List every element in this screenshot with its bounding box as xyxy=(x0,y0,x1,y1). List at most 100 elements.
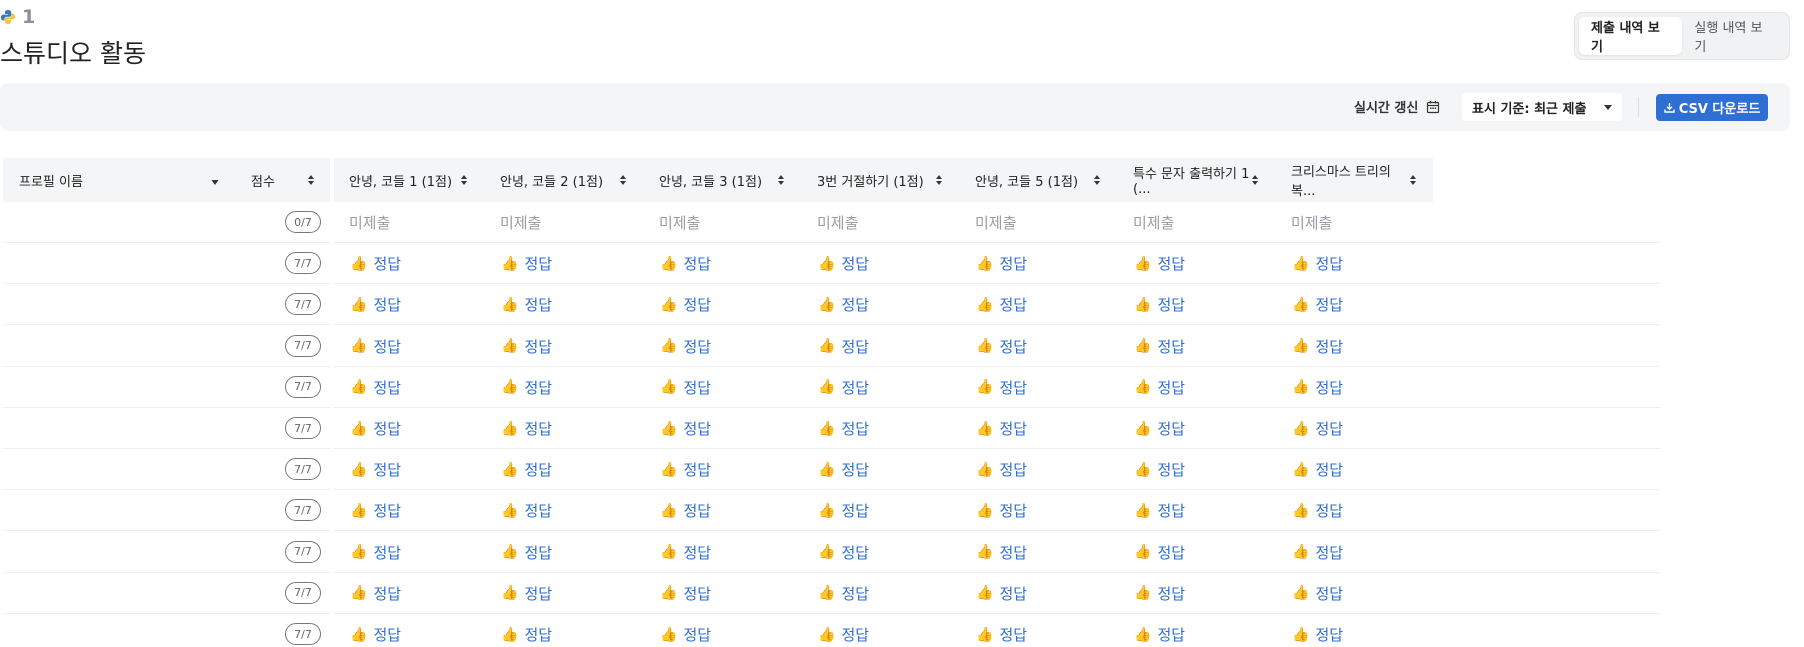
tab-submission-history[interactable]: 제출 내역 보기 xyxy=(1579,17,1683,55)
result-correct-link[interactable]: 👍 정답 xyxy=(1117,326,1275,367)
result-correct-link[interactable]: 👍 정답 xyxy=(484,532,643,573)
sort-icon[interactable] xyxy=(307,174,315,186)
result-correct-link[interactable]: 👍 정답 xyxy=(333,614,484,647)
result-correct-link[interactable]: 👍 정답 xyxy=(484,408,643,449)
result-label: 정답 xyxy=(1315,543,1344,562)
result-correct-link[interactable]: 👍 정답 xyxy=(959,490,1117,531)
column-header[interactable]: 3번 거절하기 (1점) xyxy=(801,158,959,202)
result-correct-link[interactable]: 👍 정답 xyxy=(333,532,484,573)
tab-execution-history[interactable]: 실행 내역 보기 xyxy=(1682,17,1785,55)
result-correct-link[interactable]: 👍 정답 xyxy=(1117,614,1275,647)
result-correct-link[interactable]: 👍 정답 xyxy=(1117,284,1275,325)
sort-icon[interactable] xyxy=(777,174,785,186)
result-correct-link[interactable]: 👍 정답 xyxy=(801,573,959,614)
result-correct-link[interactable]: 👍 정답 xyxy=(643,367,801,408)
result-correct-link[interactable]: 👍 정답 xyxy=(1275,408,1433,449)
sort-icon[interactable] xyxy=(619,174,627,186)
column-header[interactable]: 안녕, 코들 3 (1점) xyxy=(643,158,801,202)
result-correct-link[interactable]: 👍 정답 xyxy=(801,243,959,284)
result-correct-link[interactable]: 👍 정답 xyxy=(484,614,643,647)
result-correct-link[interactable]: 👍 정답 xyxy=(801,326,959,367)
result-correct-link[interactable]: 👍 정답 xyxy=(643,532,801,573)
result-correct-link[interactable]: 👍 정답 xyxy=(643,243,801,284)
csv-download-button[interactable]: CSV 다운로드 xyxy=(1656,94,1768,121)
result-correct-link[interactable]: 👍 정답 xyxy=(333,326,484,367)
result-correct-link[interactable]: 👍 정답 xyxy=(801,614,959,647)
result-correct-link[interactable]: 👍 정답 xyxy=(801,490,959,531)
result-correct-link[interactable]: 👍 정답 xyxy=(333,449,484,490)
profile-name-cell xyxy=(3,284,235,325)
result-correct-link[interactable]: 👍 정답 xyxy=(643,326,801,367)
result-correct-link[interactable]: 👍 정답 xyxy=(484,367,643,408)
sort-icon[interactable] xyxy=(1251,174,1259,186)
result-correct-link[interactable]: 👍 정답 xyxy=(1117,490,1275,531)
column-header[interactable]: 특수 문자 출력하기 1 (... xyxy=(1117,158,1275,202)
sort-icon[interactable] xyxy=(1093,174,1101,186)
result-correct-link[interactable]: 👍 정답 xyxy=(1275,614,1433,647)
result-correct-link[interactable]: 👍 정답 xyxy=(959,367,1117,408)
result-correct-link[interactable]: 👍 정답 xyxy=(959,284,1117,325)
result-label: 정답 xyxy=(524,461,553,480)
column-header[interactable]: 안녕, 코들 5 (1점) xyxy=(959,158,1117,202)
result-correct-link[interactable]: 👍 정답 xyxy=(1275,532,1433,573)
result-correct-link[interactable]: 👍 정답 xyxy=(484,326,643,367)
result-correct-link[interactable]: 👍 정답 xyxy=(484,243,643,284)
result-correct-link[interactable]: 👍 정답 xyxy=(333,408,484,449)
result-label: 정답 xyxy=(524,543,553,562)
result-correct-link[interactable]: 👍 정답 xyxy=(959,243,1117,284)
result-correct-link[interactable]: 👍 정답 xyxy=(1275,326,1433,367)
result-correct-link[interactable]: 👍 정답 xyxy=(333,243,484,284)
result-correct-link[interactable]: 👍 정답 xyxy=(643,449,801,490)
result-correct-link[interactable]: 👍 정답 xyxy=(801,367,959,408)
result-correct-link[interactable]: 👍 정답 xyxy=(333,573,484,614)
result-correct-link[interactable]: 👍 정답 xyxy=(959,532,1117,573)
result-correct-link[interactable]: 👍 정답 xyxy=(1117,449,1275,490)
display-basis-select[interactable]: 표시 기준: 최근 제출 xyxy=(1462,93,1622,121)
result-correct-link[interactable]: 👍 정답 xyxy=(801,532,959,573)
result-correct-link[interactable]: 👍 정답 xyxy=(643,284,801,325)
result-correct-link[interactable]: 👍 정답 xyxy=(643,614,801,647)
result-correct-link[interactable]: 👍 정답 xyxy=(643,408,801,449)
result-correct-link[interactable]: 👍 정답 xyxy=(1117,243,1275,284)
result-correct-link[interactable]: 👍 정답 xyxy=(959,449,1117,490)
result-correct-link[interactable]: 👍 정답 xyxy=(484,449,643,490)
result-correct-link[interactable]: 👍 정답 xyxy=(333,367,484,408)
result-correct-link[interactable]: 👍 정답 xyxy=(643,573,801,614)
result-correct-link[interactable]: 👍 정답 xyxy=(484,490,643,531)
result-correct-link[interactable]: 👍 정답 xyxy=(1275,573,1433,614)
sort-icon[interactable] xyxy=(935,174,943,186)
column-header[interactable]: 크리스마스 트리의 복... xyxy=(1275,158,1433,202)
result-correct-link[interactable]: 👍 정답 xyxy=(801,408,959,449)
result-correct-link[interactable]: 👍 정답 xyxy=(801,284,959,325)
result-correct-link[interactable]: 👍 정답 xyxy=(959,408,1117,449)
result-correct-link[interactable]: 👍 정답 xyxy=(333,490,484,531)
column-header[interactable]: 프로필 이름 xyxy=(3,158,235,202)
sort-icon[interactable] xyxy=(1409,174,1417,186)
sort-desc-icon[interactable] xyxy=(211,174,219,186)
result-correct-link[interactable]: 👍 정답 xyxy=(959,573,1117,614)
result-correct-link[interactable]: 👍 정답 xyxy=(1275,449,1433,490)
result-correct-link[interactable]: 👍 정답 xyxy=(333,284,484,325)
result-correct-link[interactable]: 👍 정답 xyxy=(959,614,1117,647)
result-correct-link[interactable]: 👍 정답 xyxy=(643,490,801,531)
result-correct-link[interactable]: 👍 정답 xyxy=(959,326,1117,367)
column-header[interactable]: 안녕, 코들 2 (1점) xyxy=(484,158,643,202)
result-label: 정답 xyxy=(999,420,1028,438)
sort-icon[interactable] xyxy=(460,174,468,186)
thumbs-up-icon: 👍 xyxy=(501,461,519,478)
result-correct-link[interactable]: 👍 정답 xyxy=(484,284,643,325)
result-correct-link[interactable]: 👍 정답 xyxy=(1275,490,1433,531)
column-header[interactable]: 안녕, 코들 1 (1점) xyxy=(333,158,484,202)
column-header-label: 점수 xyxy=(251,174,275,190)
result-correct-link[interactable]: 👍 정답 xyxy=(801,449,959,490)
result-correct-link[interactable]: 👍 정답 xyxy=(1275,284,1433,325)
result-correct-link[interactable]: 👍 정답 xyxy=(1117,573,1275,614)
result-correct-link[interactable]: 👍 정답 xyxy=(1117,532,1275,573)
result-correct-link[interactable]: 👍 정답 xyxy=(1275,367,1433,408)
result-correct-link[interactable]: 👍 정답 xyxy=(484,573,643,614)
result-correct-link[interactable]: 👍 정답 xyxy=(1117,367,1275,408)
realtime-refresh-button[interactable]: 실시간 갱신 xyxy=(1354,97,1440,116)
result-correct-link[interactable]: 👍 정답 xyxy=(1275,243,1433,284)
result-correct-link[interactable]: 👍 정답 xyxy=(1117,408,1275,449)
column-header[interactable]: 점수 xyxy=(235,158,331,202)
